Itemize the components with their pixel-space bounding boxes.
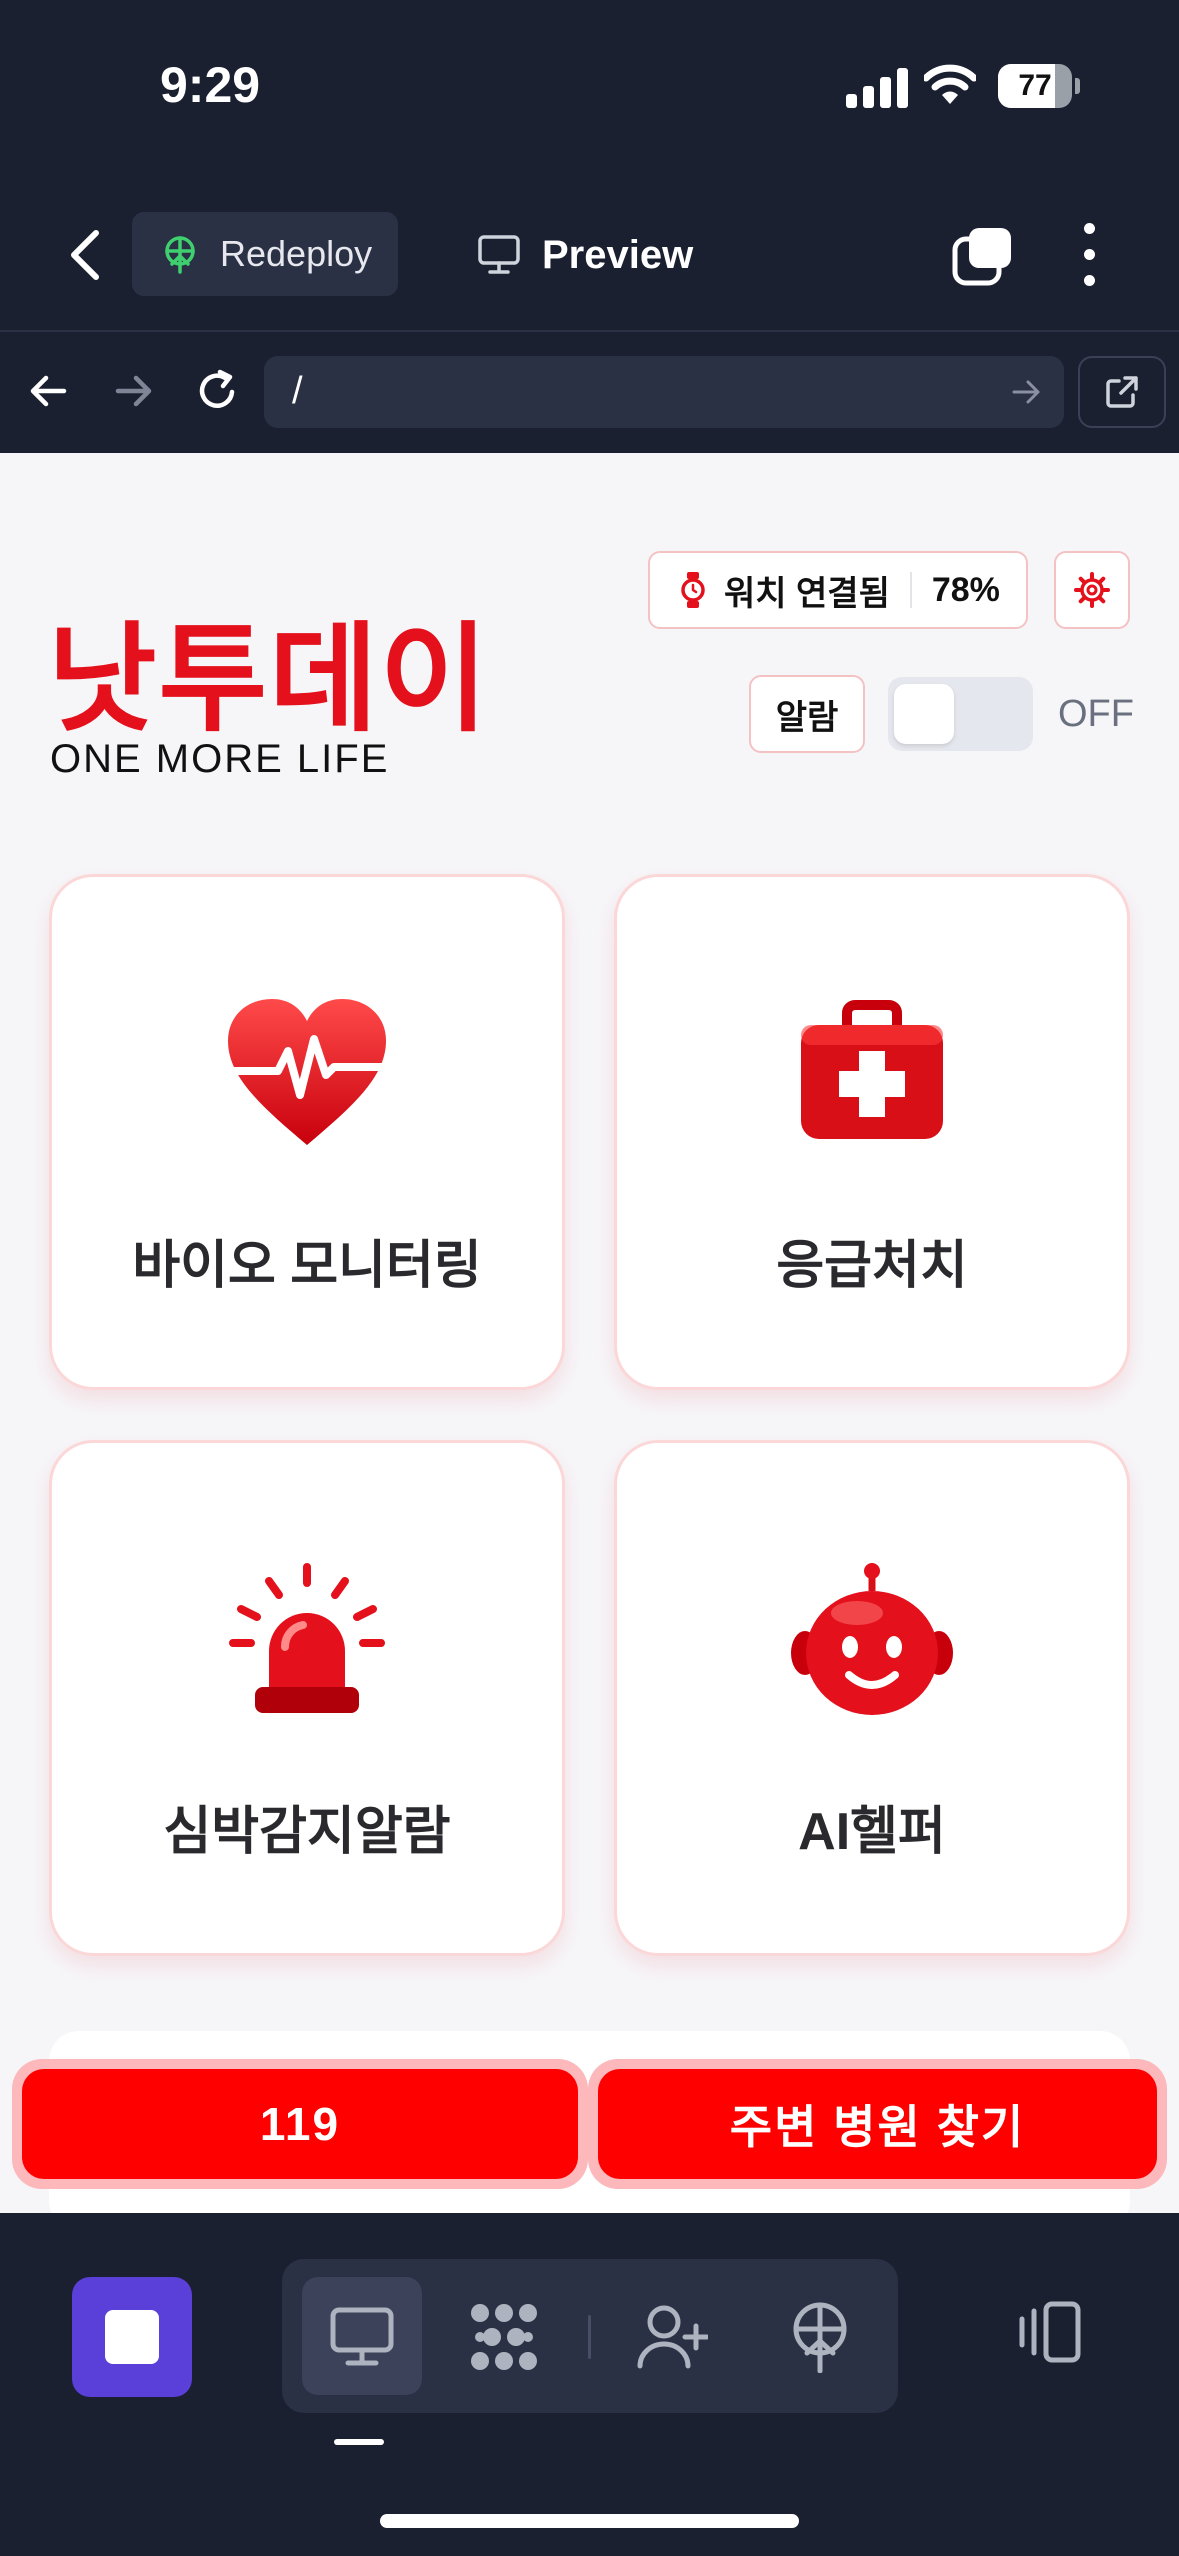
web-page: 낫투데이 ONE MORE LIFE 워치 연결됨 78% 알람 OFF 바이오… [0,453,1179,2213]
brand-subtitle: ONE MORE LIFE [50,737,390,781]
deploy-icon[interactable] [782,2299,858,2375]
add-user-icon[interactable] [634,2299,710,2375]
url-text: / [292,370,303,412]
selected-tool-indicator [334,2439,384,2445]
siren-icon [229,1563,385,1713]
open-external-button[interactable] [1078,356,1166,428]
call-119-label: 119 [22,2069,578,2179]
home-indicator [380,2514,799,2528]
watch-battery: 78% [931,570,1000,609]
device-rotate-icon [1019,2301,1081,2363]
go-arrow-icon[interactable] [1010,376,1042,408]
cellular-signal-icon [846,68,908,108]
battery-level: 77 [1018,69,1052,102]
tool-switcher [282,2259,898,2413]
card-first-aid[interactable]: 응급처치 [614,874,1130,1390]
status-time: 9:29 [160,57,261,113]
heart-pulse-icon [228,999,386,1145]
browser-back-icon[interactable] [24,366,74,416]
call-119-button[interactable]: 119 [12,2059,588,2189]
monitor-icon [478,235,520,274]
browser-forward-icon[interactable] [108,366,158,416]
browser-url-bar: / [0,330,1179,453]
stop-button[interactable] [72,2277,192,2397]
find-hospital-label: 주변 병원 찾기 [598,2069,1157,2179]
gear-icon [1074,572,1110,608]
battery-icon: 77 [998,64,1072,108]
brand-title: 낫투데이 [48,614,491,746]
monitor-icon[interactable] [324,2299,400,2375]
card-label: 심박감지알람 [163,1803,451,1861]
url-input[interactable]: / [264,356,1064,428]
reload-icon[interactable] [192,366,242,416]
robot-icon [791,1563,953,1715]
redeploy-button[interactable]: Redeploy [132,212,398,296]
more-options-icon[interactable] [1070,223,1108,289]
first-aid-kit-icon [801,1000,943,1139]
card-label: AI헬퍼 [798,1803,946,1861]
find-hospital-button[interactable]: 주변 병원 찾기 [588,2059,1167,2189]
apps-grid-icon[interactable] [466,2299,542,2375]
watch-status-text: 워치 연결됨 [724,574,890,613]
card-ai-helper[interactable]: AI헬퍼 [614,1440,1130,1956]
external-link-icon [1106,376,1138,408]
status-bar: 9:29 77 [0,0,1179,175]
preview-label: Preview [542,232,694,277]
watch-status-badge[interactable]: 워치 연결됨 78% [648,551,1028,629]
card-bio-monitoring[interactable]: 바이오 모니터링 [49,874,565,1390]
card-heartbeat-alarm[interactable]: 심박감지알람 [49,1440,565,1956]
bottom-toolbar [0,2213,1179,2556]
card-label: 바이오 모니터링 [132,1237,482,1295]
toggle-knob [894,684,954,744]
alarm-toggle[interactable] [888,677,1033,751]
app-header: Redeploy Preview [0,175,1179,330]
settings-button[interactable] [1054,551,1130,629]
wifi-icon [924,64,976,104]
alarm-state-label: OFF [1058,693,1134,735]
stop-icon [105,2310,159,2364]
watch-icon [681,572,705,608]
preview-tab[interactable]: Preview [478,227,693,283]
card-label: 응급처치 [776,1237,968,1295]
redeploy-label: Redeploy [220,233,373,274]
back-chevron-icon[interactable] [62,227,110,283]
tabs-icon[interactable] [952,225,1014,287]
device-rotate-button[interactable] [1010,2301,1082,2368]
deploy-icon [165,236,195,274]
alarm-label-badge: 알람 [749,675,865,753]
